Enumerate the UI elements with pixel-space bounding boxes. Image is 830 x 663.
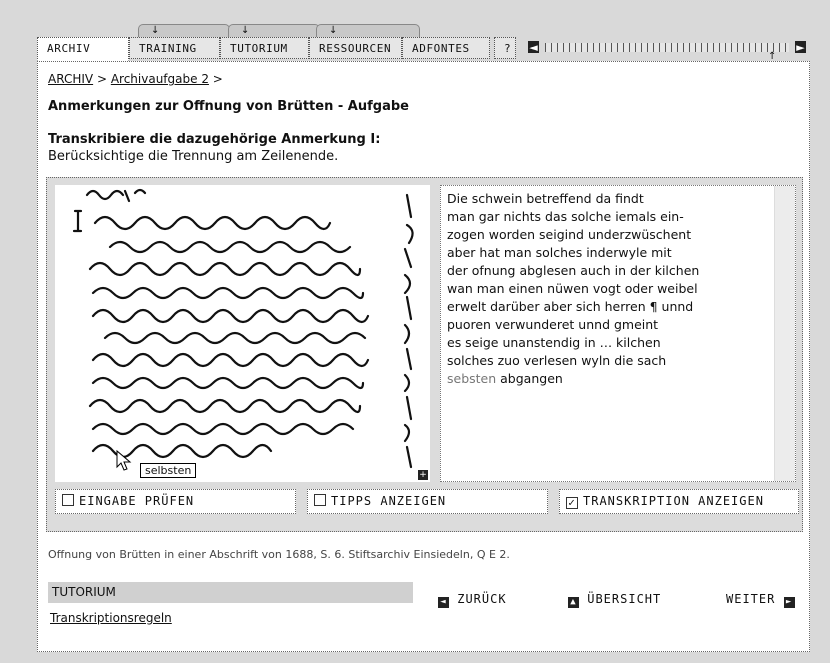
secondary-tab-3[interactable]: ↓	[316, 24, 420, 38]
breadcrumb: ARCHIV > Archivaufgabe 2 >	[48, 72, 223, 86]
nav-label: ZURÜCK	[457, 592, 507, 606]
transcription-line-rest: abgangen	[496, 371, 563, 386]
task-subtext: Berücksichtige die Trennung am Zeilenend…	[48, 149, 339, 164]
manuscript-image: selbsten +	[55, 185, 430, 482]
timeline-right-icon[interactable]: ►	[795, 41, 806, 54]
overview-button[interactable]: ▲ ÜBERSICHT	[568, 592, 661, 608]
task-heading: Transkribiere die dazugehörige Anmerkung…	[48, 132, 381, 147]
image-caption: Offnung von Brütten in einer Abschrift v…	[48, 548, 510, 561]
transcription-line: es seige unanstendig in … kilchen	[447, 335, 661, 350]
timeline-track[interactable]	[545, 43, 789, 52]
transcription-line: erwelt darüber aber sich herren ¶ unnd	[447, 299, 694, 314]
transcription-line: der ofnung abglesen auch in der kilchen	[447, 263, 700, 278]
arrow-down-icon: ↓	[151, 25, 160, 36]
page-title: Anmerkungen zur Offnung von Brütten - Au…	[48, 99, 409, 114]
tab-label: ADFONTES	[412, 42, 470, 55]
button-label: TRANSKRIPTION ANZEIGEN	[583, 494, 764, 508]
next-button[interactable]: WEITER ►	[726, 592, 795, 608]
tab-label: ARCHIV	[47, 42, 91, 55]
timeline-slider[interactable]: ◄ ► ↑	[528, 40, 806, 62]
secondary-tab-2[interactable]: ↓	[228, 24, 320, 38]
tab-adfontes[interactable]: ADFONTES	[402, 37, 490, 59]
transcription-line: sebsten abgangen	[447, 370, 767, 388]
nav-label: WEITER	[726, 592, 776, 606]
show-tips-button[interactable]: TIPPS ANZEIGEN	[307, 489, 548, 514]
transcription-line: solches zuo verlesen wyln die sach	[447, 353, 667, 368]
transcription-line: wan man einen nüwen vogt oder weibel	[447, 281, 698, 296]
arrow-down-icon: ↓	[241, 25, 250, 36]
exercise-area: selbsten + Die schwein betreffend da fin…	[46, 177, 803, 532]
breadcrumb-separator: >	[96, 72, 107, 86]
tab-label: RESSOURCEN	[319, 42, 392, 55]
arrow-left-icon: ◄	[438, 597, 449, 608]
back-button[interactable]: ◄ ZURÜCK	[438, 592, 507, 608]
tab-training[interactable]: TRAINING	[129, 37, 220, 59]
transcription-line: aber hat man solches inderwyle mit	[447, 245, 672, 260]
highlighted-word: sebsten	[447, 371, 497, 386]
transcription-scrollbar[interactable]	[774, 186, 795, 481]
transcription-textarea[interactable]: Die schwein betreffend da findt man gar n…	[440, 185, 796, 482]
tab-label: TUTORIUM	[230, 42, 288, 55]
button-label: EINGABE PRÜFEN	[79, 494, 195, 508]
arrow-right-icon: ►	[783, 597, 795, 608]
checkbox-icon	[314, 494, 326, 506]
show-transcription-button[interactable]: ✓ TRANSKRIPTION ANZEIGEN	[559, 489, 799, 514]
tab-ressourcen[interactable]: RESSOURCEN	[309, 37, 402, 59]
hover-word-tooltip: selbsten	[140, 463, 197, 478]
checkbox-icon	[62, 494, 74, 506]
breadcrumb-separator: >	[212, 72, 223, 86]
tab-tutorium[interactable]: TUTORIUM	[220, 37, 309, 59]
tab-archiv[interactable]: ARCHIV	[37, 37, 129, 61]
main-panel: ARCHIV > Archivaufgabe 2 > Anmerkungen z…	[37, 61, 810, 652]
button-label: TIPPS ANZEIGEN	[331, 494, 447, 508]
transcription-text: Die schwein betreffend da findt man gar n…	[447, 190, 767, 388]
arrow-up-icon: ▲	[568, 597, 579, 608]
nav-label: ÜBERSICHT	[587, 592, 662, 606]
zoom-in-icon[interactable]: +	[418, 470, 428, 480]
tutorium-heading: TUTORIUM	[48, 582, 413, 603]
transcription-line: Die schwein betreffend da findt	[447, 191, 644, 206]
transkriptionsregeln-link[interactable]: Transkriptionsregeln	[50, 611, 172, 625]
tab-label: TRAINING	[139, 42, 197, 55]
tab-help[interactable]: ?	[494, 37, 516, 59]
breadcrumb-archivaufgabe-link[interactable]: Archivaufgabe 2	[111, 72, 209, 86]
secondary-tab-1[interactable]: ↓	[138, 24, 230, 38]
transcription-line: zogen worden seigind underzwüschent	[447, 227, 692, 242]
transcription-line: man gar nichts das solche iemals ein-	[447, 209, 684, 224]
checkbox-checked-icon: ✓	[566, 497, 578, 509]
breadcrumb-archiv-link[interactable]: ARCHIV	[48, 72, 93, 86]
transcription-line: puoren verwunderet unnd gmeint	[447, 317, 659, 332]
arrow-down-icon: ↓	[329, 25, 338, 36]
handwriting-drawing	[72, 188, 414, 471]
timeline-left-icon[interactable]: ◄	[528, 41, 539, 54]
tab-label: ?	[504, 42, 512, 55]
check-input-button[interactable]: EINGABE PRÜFEN	[55, 489, 296, 514]
